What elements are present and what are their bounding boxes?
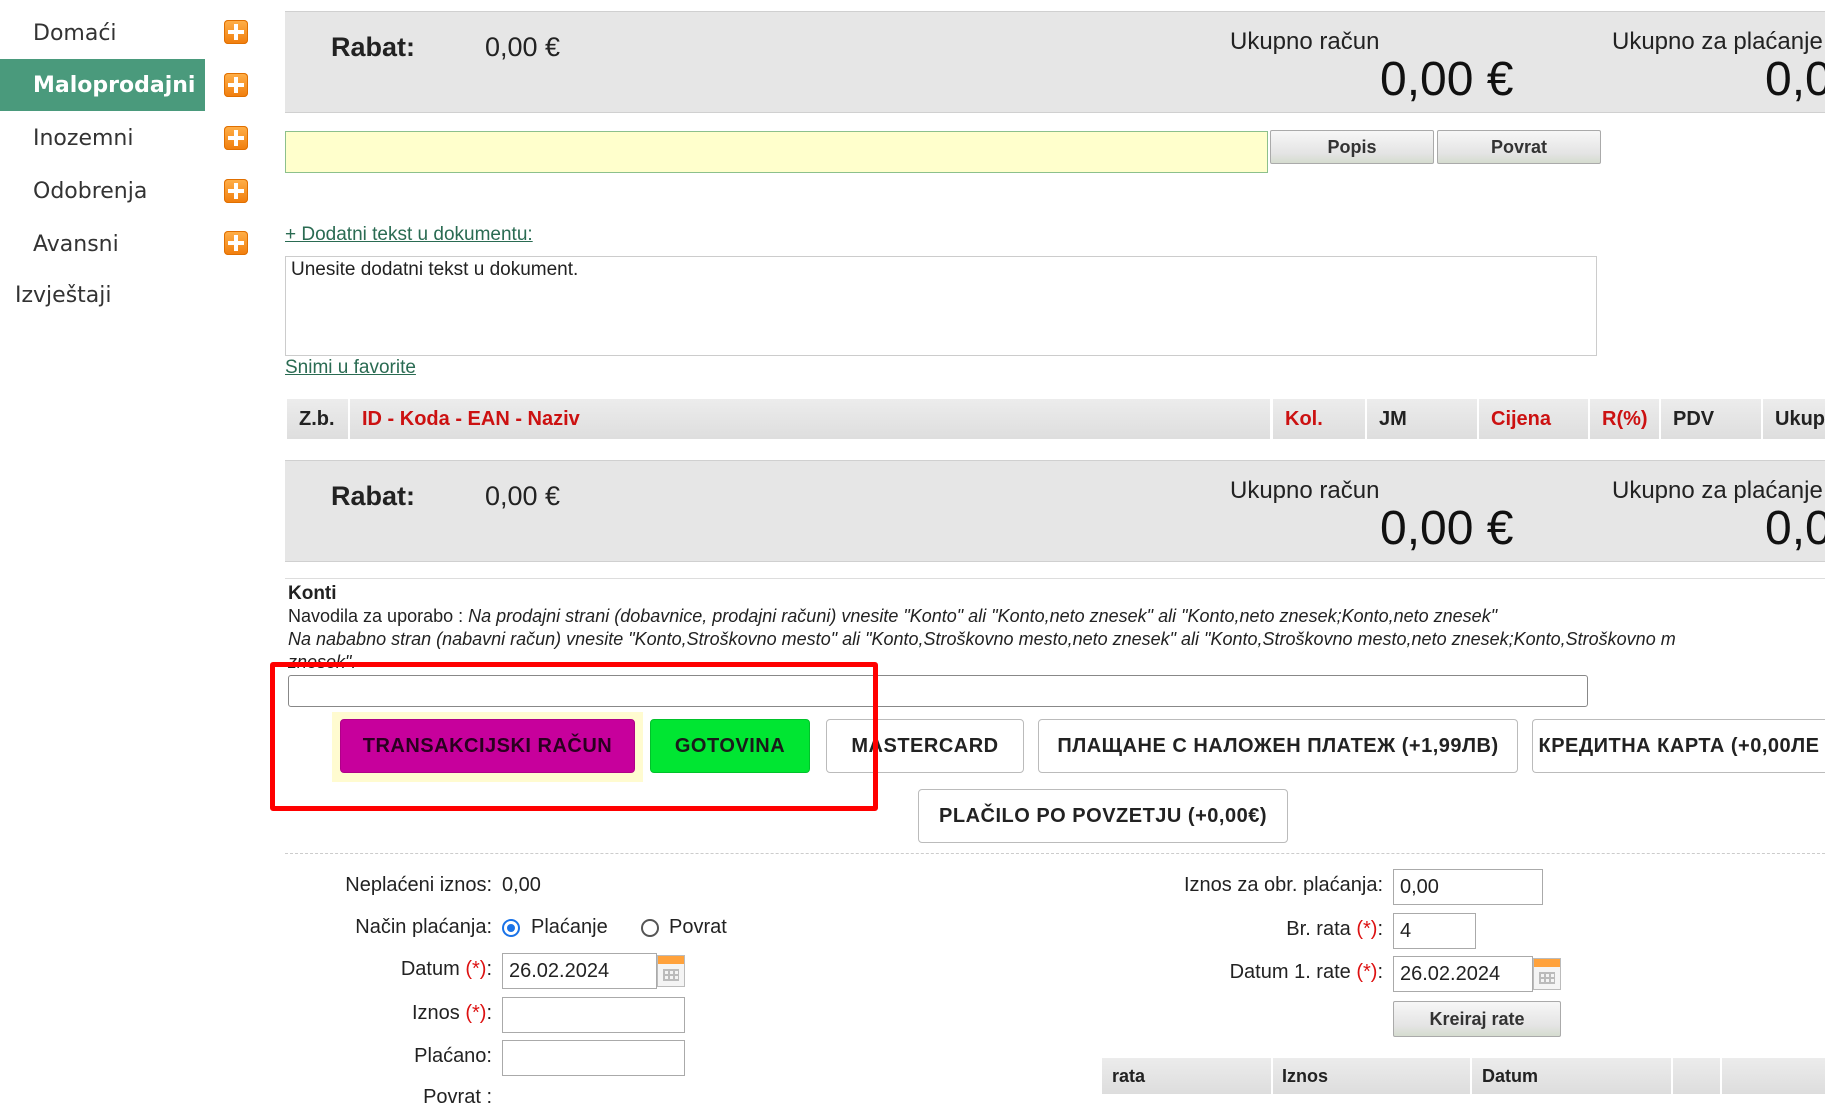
col-rabat: R(%) <box>1590 399 1659 439</box>
total-label: Ukupno račun <box>1230 477 1380 504</box>
sidebar-item-avansni[interactable]: Avansni <box>0 218 205 270</box>
popis-button[interactable]: Popis <box>1270 130 1434 164</box>
amount-label: Iznos (*): <box>300 1002 492 1025</box>
konti-instructions-prefix: Navodila za uporabo : <box>288 606 469 626</box>
label-colon: : <box>1377 918 1383 940</box>
sidebar-item-label: Maloprodajni <box>33 72 196 98</box>
sidebar-item-maloprodajni[interactable]: Maloprodajni <box>0 59 205 111</box>
sidebar-item-reports[interactable]: Izvještaji <box>15 283 112 308</box>
sidebar-item-domaci[interactable]: Domaći <box>0 7 205 59</box>
col-kol: Kol. <box>1273 399 1365 439</box>
method-refund-label[interactable]: Povrat <box>669 916 727 939</box>
konti-instructions-text: Na prodajni strani (dobavnice, prodajni … <box>468 606 1498 626</box>
method-refund-radio[interactable] <box>641 919 659 937</box>
additional-text-textarea[interactable]: Unesite dodatni tekst u dokument. <box>285 256 1597 356</box>
col-pdv: PDV <box>1661 399 1761 439</box>
sidebar-item-label: Inozemni <box>33 125 134 151</box>
first-installment-date-label: Datum 1. rate (*): <box>1100 961 1383 984</box>
sidebar-item-label: Avansni <box>33 231 119 257</box>
required-mark: (*) <box>1356 918 1378 940</box>
rabat-value: 0,00 € <box>485 481 561 511</box>
paid-input[interactable] <box>502 1040 685 1076</box>
calendar-icon[interactable] <box>1533 958 1561 990</box>
installment-count-input[interactable] <box>1393 913 1476 949</box>
col-divider <box>1470 1058 1472 1094</box>
divider <box>285 853 1825 854</box>
required-mark: (*) <box>465 958 487 980</box>
sidebar-item-inozemni[interactable]: Inozemni <box>0 112 205 164</box>
col-rata: rata <box>1112 1066 1146 1086</box>
pay-total-value: 0,0 <box>1765 53 1825 106</box>
create-installments-button[interactable]: Kreiraj rate <box>1393 1001 1561 1037</box>
unpaid-label: Neplaćeni iznos: <box>345 874 492 896</box>
rabat-label: Rabat: <box>331 481 416 511</box>
first-installment-date-label-text: Datum 1. rate <box>1229 961 1357 983</box>
plus-icon[interactable] <box>224 231 248 255</box>
total-label: Ukupno račun <box>1230 28 1380 55</box>
col-datum: Datum <box>1482 1066 1539 1086</box>
label-colon: : <box>486 1002 492 1024</box>
col-id-naziv: ID - Koda - EAN - Naziv <box>350 399 1270 439</box>
item-search-input[interactable] <box>285 131 1268 173</box>
col-divider <box>1271 1058 1273 1094</box>
plus-icon[interactable] <box>224 126 248 150</box>
highlight-box <box>270 662 878 811</box>
label-colon: : <box>1377 961 1383 983</box>
first-installment-date-input[interactable] <box>1393 956 1533 992</box>
additional-text-link[interactable]: + Dodatni tekst u dokumentu: <box>285 224 533 246</box>
povrat-button[interactable]: Povrat <box>1437 130 1601 164</box>
installments-table-header: rata Iznos Datum <box>1102 1058 1825 1094</box>
sidebar-item-label: Domaći <box>33 20 117 46</box>
paid-label: Plaćano: <box>414 1045 492 1067</box>
col-jm: JM <box>1367 399 1477 439</box>
amount-label-text: Iznos <box>411 1002 466 1024</box>
konti-title: Konti <box>288 583 337 604</box>
unpaid-value: 0,00 <box>502 874 541 896</box>
konti-instructions-1: Navodila za uporabo : Na prodajni strani… <box>288 606 1497 627</box>
col-ukupno: Ukup <box>1763 399 1825 439</box>
installment-count-label-text: Br. rata <box>1286 918 1357 940</box>
installment-amount-input[interactable] <box>1393 869 1543 905</box>
col-zb: Z.b. <box>287 399 348 439</box>
installment-count-label: Br. rata (*): <box>1100 918 1383 941</box>
sidebar-item-label: Odobrenja <box>33 178 148 204</box>
totals-panel-bottom: Rabat: 0,00 € Ukupno račun 0,00 € Ukupno… <box>285 460 1825 562</box>
required-mark: (*) <box>465 1002 487 1024</box>
credit-card-payment-button[interactable]: КРЕДИТНА КАРТА (+0,00ЛЕ <box>1532 719 1825 773</box>
date-input[interactable] <box>502 953 657 989</box>
date-label-text: Datum <box>400 958 466 980</box>
col-divider <box>1671 1058 1673 1094</box>
sidebar-item-odobrenja[interactable]: Odobrenja <box>0 165 205 217</box>
plus-icon[interactable] <box>224 179 248 203</box>
cod-bgn-payment-button[interactable]: ПЛАЩАНЕ С НАЛОЖЕН ПЛАТЕЖ (+1,99ЛВ) <box>1038 719 1518 773</box>
plus-icon[interactable] <box>224 73 248 97</box>
required-mark: (*) <box>1356 961 1378 983</box>
rabat-value: 0,00 € <box>485 32 561 62</box>
method-payment-label[interactable]: Plaćanje <box>531 916 608 939</box>
total-value: 0,00 € <box>1380 502 1514 555</box>
refund-label: Povrat : <box>423 1086 492 1108</box>
cod-payment-button[interactable]: PLAČILO PO POVZETJU (+0,00€) <box>918 789 1288 843</box>
col-iznos: Iznos <box>1282 1066 1329 1086</box>
installment-amount-label: Iznos za obr. plaćanja: <box>1183 874 1383 896</box>
total-value: 0,00 € <box>1380 53 1514 106</box>
totals-panel-top: Rabat: 0,00 € Ukupno račun 0,00 € Ukupno… <box>285 11 1825 113</box>
col-cijena: Cijena <box>1479 399 1588 439</box>
method-label: Način plaćanja: <box>355 916 492 938</box>
konti-instructions-2: Na nababno stran (nabavni račun) vnesite… <box>288 629 1676 649</box>
save-favorites-link[interactable]: Snimi u favorite <box>285 357 416 379</box>
label-colon: : <box>486 958 492 980</box>
plus-icon[interactable] <box>224 20 248 44</box>
date-label: Datum (*): <box>300 958 492 981</box>
calendar-icon[interactable] <box>657 955 685 987</box>
pay-total-value: 0,0 <box>1765 502 1825 555</box>
method-payment-radio[interactable] <box>502 919 520 937</box>
divider <box>285 578 1825 579</box>
amount-input[interactable] <box>502 997 685 1033</box>
rabat-label: Rabat: <box>331 32 416 62</box>
col-divider <box>1720 1058 1722 1094</box>
